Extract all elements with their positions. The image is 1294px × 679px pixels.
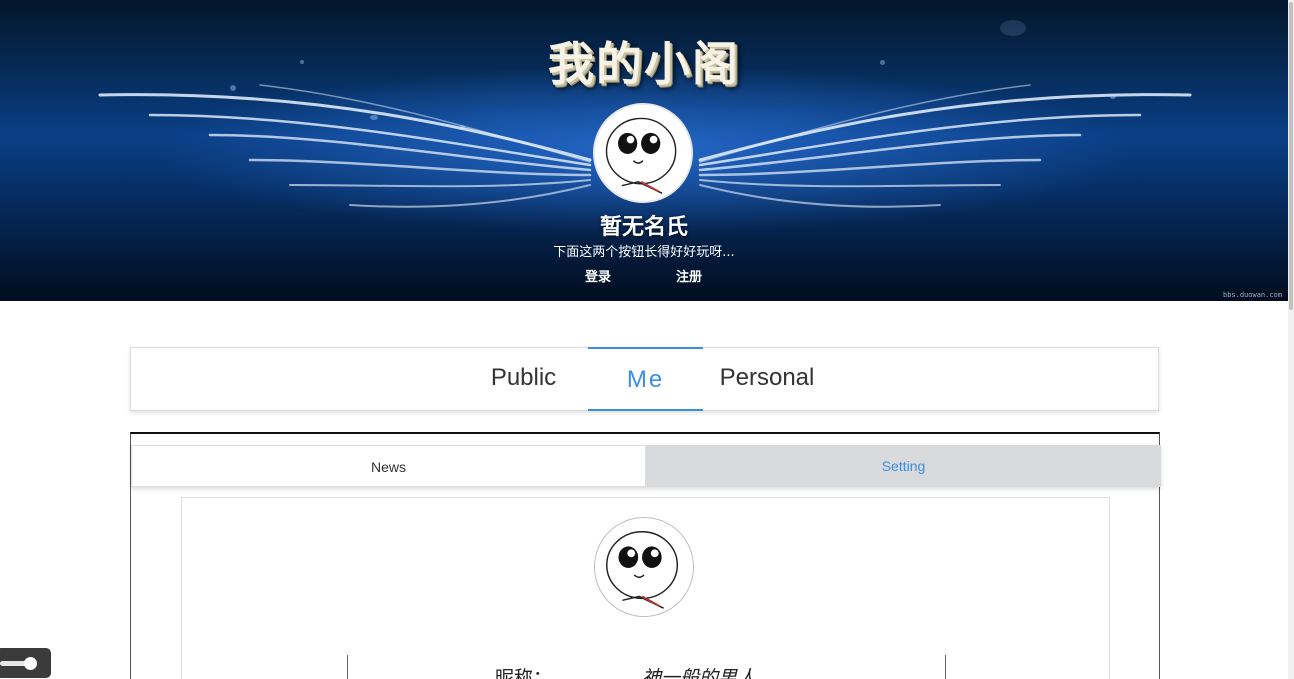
cartoon-face-avatar-icon (595, 105, 691, 201)
floating-toggle-button[interactable] (0, 648, 51, 678)
header-banner: 我的小阁 暂无名氏 下面这两个按钮长得好好玩呀... 登录 注册 bbs.duo… (0, 0, 1288, 301)
sub-tabs: News Setting (131, 445, 1161, 487)
banner-watermark: bbs.duowan.com (1222, 291, 1282, 299)
divider (945, 655, 946, 679)
tab-personal[interactable]: Personal (711, 347, 823, 411)
header-avatar[interactable] (593, 103, 693, 203)
user-bio: 下面这两个按钮长得好好玩呀... (553, 245, 735, 260)
tab-setting[interactable]: Setting (646, 445, 1161, 487)
profile-avatar[interactable] (594, 517, 694, 617)
login-link[interactable]: 登录 (585, 266, 611, 285)
page-scrollbar[interactable] (1288, 0, 1294, 679)
tab-news[interactable]: News (131, 445, 646, 487)
toggle-knob (24, 657, 37, 670)
scrollbar-thumb[interactable] (1289, 2, 1293, 310)
nickname-value: 神一般的男人 (642, 667, 757, 679)
page: 我的小阁 暂无名氏 下面这两个按钮长得好好玩呀... 登录 注册 bbs.duo… (0, 0, 1294, 679)
user-name: 暂无名氏 (599, 215, 688, 240)
divider (347, 655, 348, 679)
cartoon-face-avatar-icon (595, 518, 693, 616)
nickname-label: 昵称： (495, 667, 553, 679)
site-title: 我的小阁 (548, 37, 740, 91)
tab-public[interactable]: Public (476, 347, 571, 411)
main-nav: Public Me Personal (130, 347, 1159, 411)
register-link[interactable]: 注册 (676, 266, 702, 285)
tab-me[interactable]: Me (588, 347, 703, 411)
